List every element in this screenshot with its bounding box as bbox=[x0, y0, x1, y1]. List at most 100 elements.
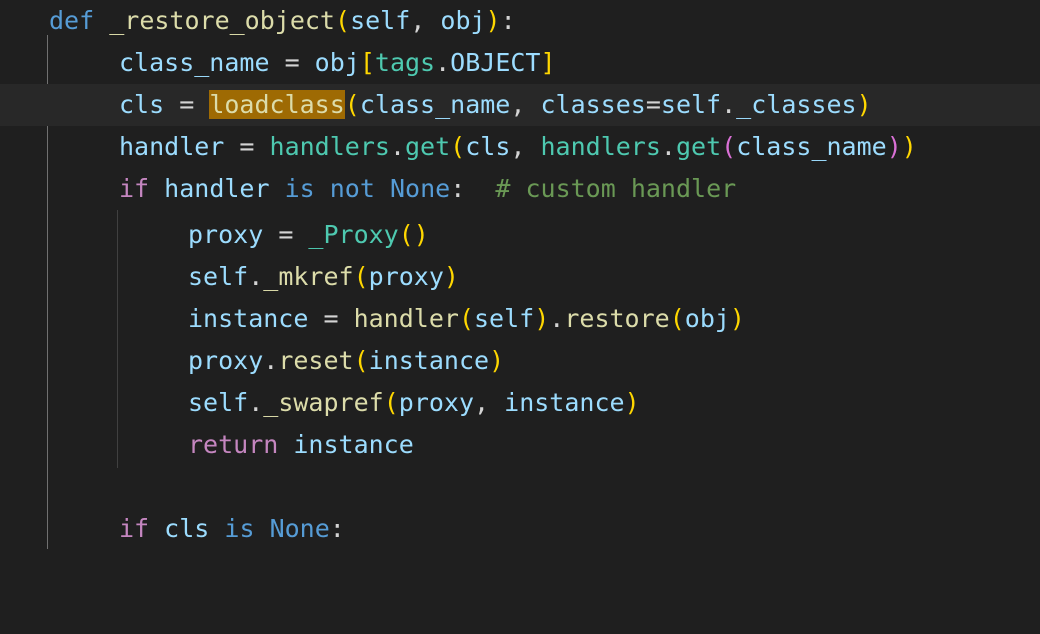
code-token: # custom handler bbox=[495, 174, 737, 203]
code-editor[interactable]: def _restore_object(self, obj): class_na… bbox=[0, 0, 1040, 549]
code-token: ) bbox=[856, 90, 872, 119]
code-token: cls bbox=[164, 514, 210, 543]
code-token: = bbox=[269, 48, 315, 77]
code-token: . bbox=[248, 388, 264, 417]
code-token: restore bbox=[564, 304, 670, 333]
code-token: , bbox=[410, 6, 441, 35]
code-token: ( bbox=[721, 132, 737, 161]
code-text: def _restore_object(self, obj): bbox=[49, 0, 516, 42]
code-token: return bbox=[188, 430, 279, 459]
code-text: if cls is None: bbox=[119, 508, 345, 550]
code-token: self bbox=[660, 90, 722, 119]
code-line-9[interactable]: proxy.reset(instance) bbox=[0, 340, 1040, 382]
code-token: handlers bbox=[269, 132, 390, 161]
code-token: , bbox=[510, 90, 541, 119]
code-token: instance bbox=[188, 304, 309, 333]
code-token: _restore_object bbox=[109, 6, 335, 35]
code-token: . bbox=[660, 132, 676, 161]
code-token: [ bbox=[359, 48, 375, 77]
code-token: ] bbox=[540, 48, 556, 77]
code-token: . bbox=[435, 48, 451, 77]
code-line-13[interactable]: if cls is None: bbox=[0, 508, 1040, 550]
code-token: _swapref bbox=[263, 388, 384, 417]
code-token: . bbox=[549, 304, 565, 333]
code-token: ) bbox=[886, 132, 902, 161]
code-token: () bbox=[398, 220, 429, 249]
code-token: _mkref bbox=[263, 262, 354, 291]
code-line-6[interactable]: proxy = _Proxy() bbox=[0, 214, 1040, 256]
code-line-11[interactable]: return instance bbox=[0, 424, 1040, 466]
code-text: instance = handler(self).restore(obj) bbox=[188, 298, 745, 340]
code-token: handlers bbox=[540, 132, 661, 161]
code-line-7[interactable]: self._mkref(proxy) bbox=[0, 256, 1040, 298]
code-token: class_name bbox=[359, 90, 511, 119]
code-token: handler bbox=[353, 304, 459, 333]
code-line-10[interactable]: self._swapref(proxy, instance) bbox=[0, 382, 1040, 424]
code-line-4[interactable]: handler = handlers.get(cls, handlers.get… bbox=[0, 126, 1040, 168]
code-token: ) bbox=[485, 6, 501, 35]
code-token: proxy bbox=[188, 220, 264, 249]
code-token: instance bbox=[504, 388, 625, 417]
code-token: obj bbox=[314, 48, 360, 77]
code-token: proxy bbox=[368, 262, 444, 291]
code-token: instance bbox=[368, 346, 490, 375]
code-token: ( bbox=[458, 304, 474, 333]
code-token: ( bbox=[353, 346, 369, 375]
code-token: = bbox=[164, 90, 210, 119]
code-token: = bbox=[645, 90, 661, 119]
code-line-8[interactable]: instance = handler(self).restore(obj) bbox=[0, 298, 1040, 340]
code-token: classes bbox=[540, 90, 646, 119]
code-line-2[interactable]: class_name = obj[tags.OBJECT] bbox=[0, 42, 1040, 84]
code-token: obj bbox=[684, 304, 730, 333]
code-token: , bbox=[474, 388, 505, 417]
code-token: ( bbox=[383, 388, 399, 417]
code-line-1[interactable]: def _restore_object(self, obj): bbox=[0, 0, 1040, 42]
code-line-12[interactable] bbox=[0, 466, 1040, 508]
code-token: if bbox=[119, 514, 150, 543]
code-text: self._mkref(proxy) bbox=[188, 256, 459, 298]
code-token: ) bbox=[729, 304, 745, 333]
code-token: tags bbox=[374, 48, 436, 77]
code-text: cls = loadclass(class_name, classes=self… bbox=[119, 84, 872, 126]
code-token: self bbox=[474, 304, 535, 333]
code-token: = bbox=[308, 304, 354, 333]
code-text: return instance bbox=[188, 424, 414, 466]
code-text: proxy.reset(instance) bbox=[188, 340, 504, 382]
code-token: handler bbox=[164, 174, 270, 203]
code-token: OBJECT bbox=[450, 48, 541, 77]
code-token: if bbox=[119, 174, 150, 203]
code-token: class_name bbox=[736, 132, 887, 161]
code-token: ) bbox=[624, 388, 640, 417]
code-token: get bbox=[675, 132, 722, 161]
highlighted-token: loadclass bbox=[209, 90, 345, 119]
code-token: _classes bbox=[736, 90, 857, 119]
code-token: ) bbox=[901, 132, 917, 161]
code-token: self bbox=[188, 262, 249, 291]
code-text: if handler is not None: # custom handler bbox=[119, 168, 736, 210]
code-token: : bbox=[500, 6, 516, 35]
code-token: self bbox=[350, 6, 411, 35]
code-token: ( bbox=[669, 304, 685, 333]
code-text: class_name = obj[tags.OBJECT] bbox=[119, 42, 556, 84]
code-token: obj bbox=[440, 6, 486, 35]
code-token: ) bbox=[489, 346, 505, 375]
code-token: proxy bbox=[188, 346, 264, 375]
code-token: proxy bbox=[398, 388, 475, 417]
code-token: None bbox=[389, 174, 451, 203]
code-line-5[interactable]: if handler is not None: # custom handler bbox=[0, 168, 1040, 210]
code-token: get bbox=[405, 132, 451, 161]
code-line-3[interactable]: cls = loadclass(class_name, classes=self… bbox=[0, 84, 1040, 126]
code-token: . bbox=[721, 90, 737, 119]
code-token: handler bbox=[119, 132, 225, 161]
code-token: ) bbox=[534, 304, 550, 333]
code-token: reset bbox=[278, 346, 354, 375]
code-token: ( bbox=[335, 6, 351, 35]
code-text: proxy = _Proxy() bbox=[188, 214, 429, 256]
code-token: class_name bbox=[119, 48, 270, 77]
